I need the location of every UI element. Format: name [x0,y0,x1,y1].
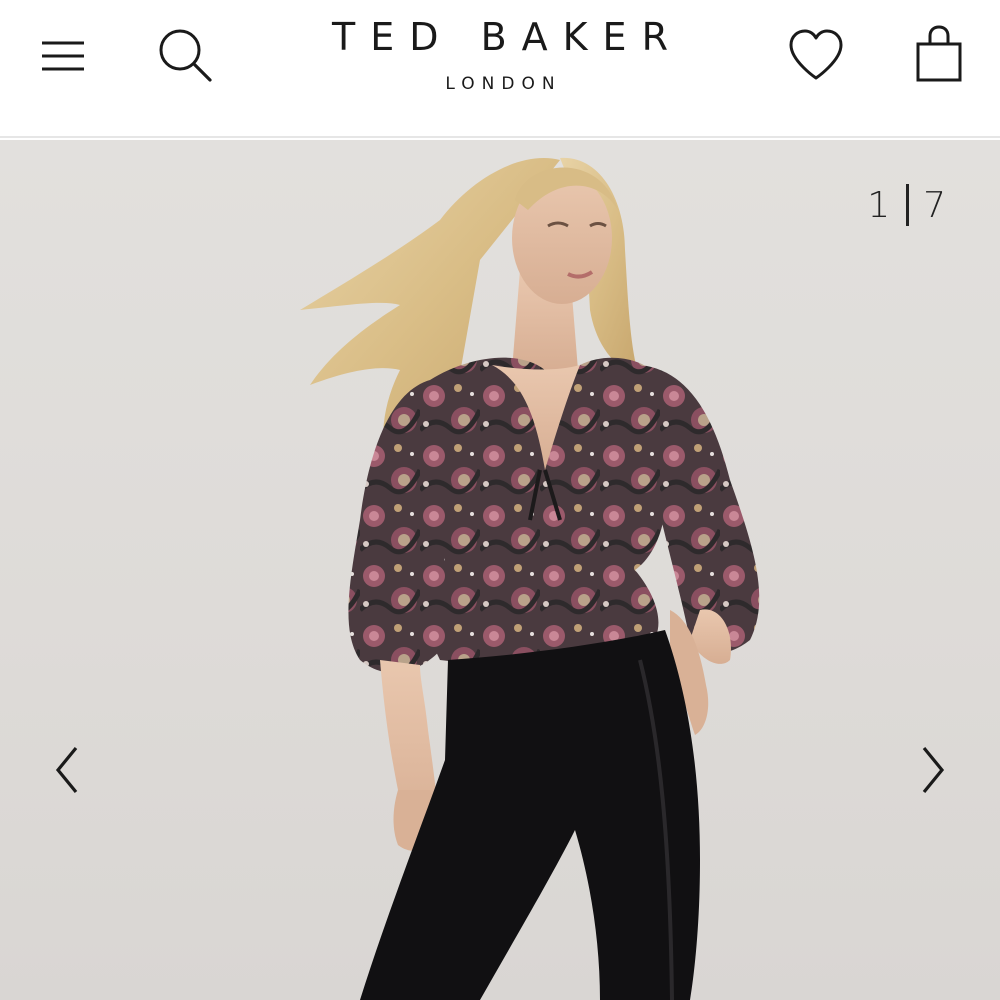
product-image-gallery[interactable]: 1 7 [0,140,1000,1000]
hamburger-menu-icon [42,41,84,71]
brand-logo-link[interactable]: TED BAKER LONDON [250,14,750,114]
search-icon [159,29,212,82]
shopping-bag-icon [916,25,962,82]
wishlist-button[interactable] [786,26,846,84]
heart-icon [789,29,843,80]
chevron-right-icon [922,746,945,794]
next-image-button[interactable] [912,740,952,800]
shopping-bag-button[interactable] [912,24,966,86]
image-counter-divider [906,184,910,226]
search-button[interactable] [156,26,216,86]
product-photo [300,157,760,1000]
chevron-left-icon [55,746,78,794]
brand-name: TED BAKER [332,15,683,59]
image-counter-current: 1 [867,184,893,226]
site-header: TED BAKER LONDON [0,0,1000,138]
brand-subtitle: LONDON [445,74,562,94]
image-counter-total: 7 [923,184,948,226]
previous-image-button[interactable] [48,740,88,800]
menu-button[interactable] [38,36,88,78]
image-counter: 1 7 [867,184,948,226]
